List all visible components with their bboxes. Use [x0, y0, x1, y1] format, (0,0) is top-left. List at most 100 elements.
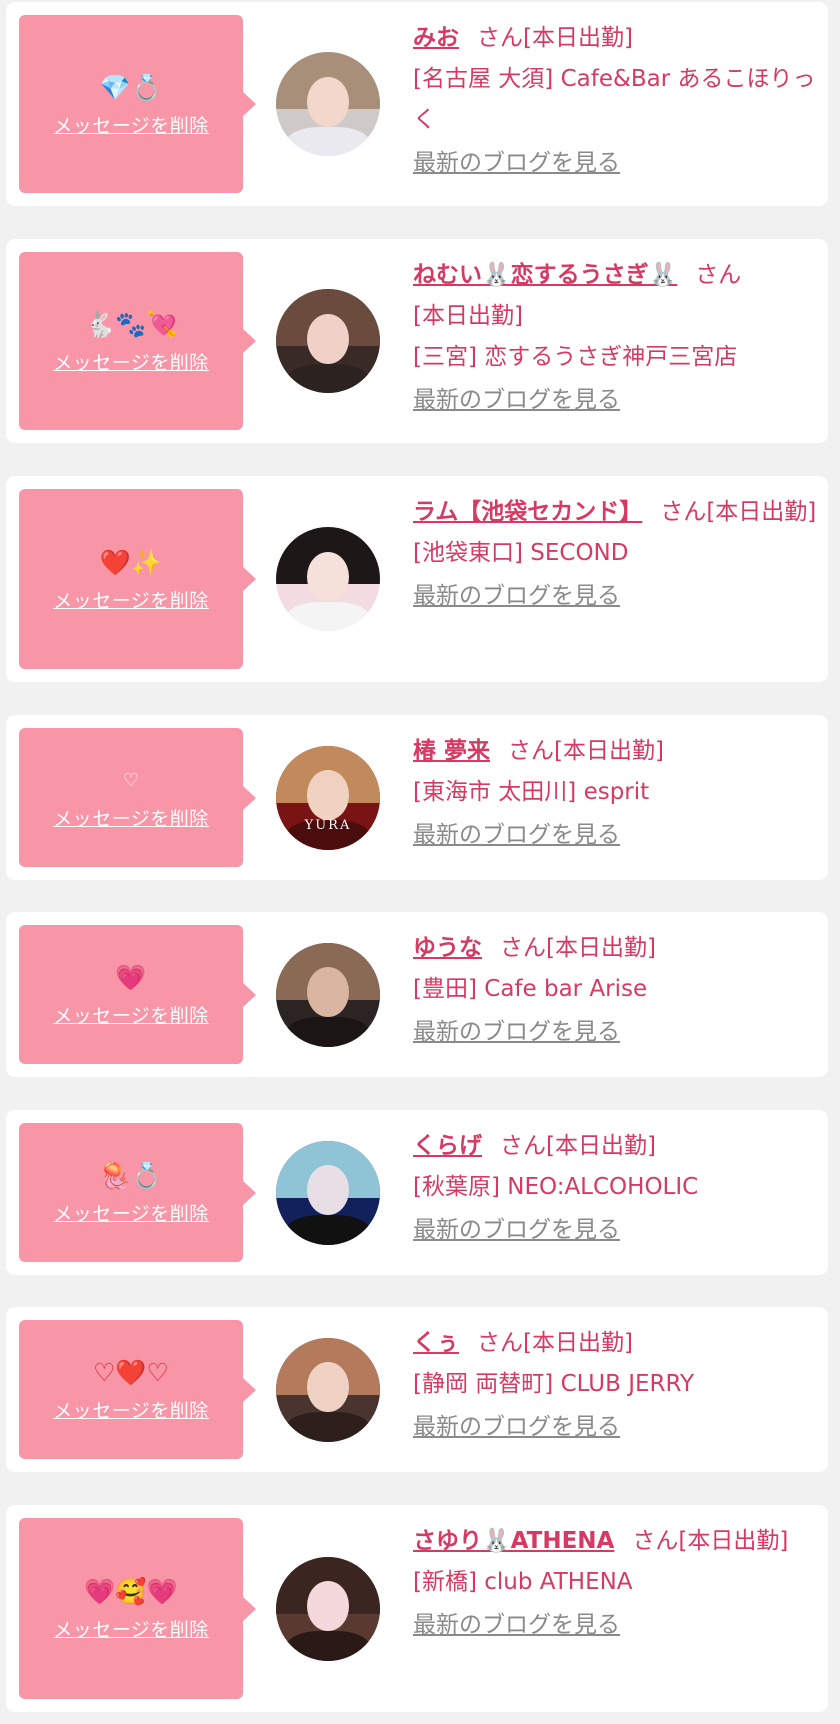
shop-text: [豊田] Cafe bar Arise — [413, 976, 648, 1002]
message-emoji: ♡❤️♡ — [93, 1358, 169, 1387]
message-bubble: ♡ メッセージを削除 — [19, 728, 256, 867]
girl-name-link[interactable]: ラム【池袋セカンド】 — [413, 499, 642, 525]
avatar[interactable] — [276, 1140, 380, 1245]
avatar[interactable] — [276, 527, 380, 631]
message-bubble: 🪼💍 メッセージを削除 — [19, 1123, 256, 1262]
blog-link[interactable]: 最新のブログを見る — [413, 380, 620, 420]
blog-link[interactable]: 最新のブログを見る — [413, 576, 620, 616]
avatar-face — [307, 1581, 349, 1632]
girl-name-link[interactable]: ねむい🐰恋するうさぎ🐰 — [413, 262, 677, 288]
message-bubble: 💗🥰💗 メッセージを削除 — [19, 1518, 256, 1699]
status-text: [本日出勤] — [546, 1133, 656, 1159]
honorific: さん — [477, 25, 523, 51]
shop-text: [静岡 両替町] CLUB JERRY — [413, 1371, 695, 1397]
status-text: [本日出勤] — [546, 935, 656, 961]
message-list: 💎💍 メッセージを削除 みお さん[本日出勤] [名古屋 大須] Cafe&Bar… — [0, 0, 840, 1724]
message-card: 🐇🐾💘 メッセージを削除 ねむい🐰恋するうさぎ🐰 さん [本日出勤] [三宮] 恋す… — [6, 239, 828, 443]
delete-message-link[interactable]: メッセージを削除 — [53, 1199, 209, 1226]
avatar-face — [307, 1362, 349, 1413]
message-card: 💎💍 メッセージを削除 みお さん[本日出勤] [名古屋 大須] Cafe&Bar… — [6, 2, 828, 206]
avatar-text: YURA — [304, 817, 352, 833]
name-line: さゆり🐰ATHENA さん[本日出勤] — [413, 1521, 818, 1562]
blog-link[interactable]: 最新のブログを見る — [413, 1605, 620, 1645]
avatar-face — [307, 1165, 349, 1216]
name-line: ゆうな さん[本日出勤] — [413, 928, 818, 969]
message-emoji: ❤️✨ — [99, 547, 163, 577]
message-bubble: 🐇🐾💘 メッセージを削除 — [19, 252, 256, 430]
avatar-body — [286, 1412, 370, 1442]
message-bubble: 💎💍 メッセージを削除 — [19, 15, 256, 193]
message-card: 💗 メッセージを削除 ゆうな さん[本日出勤] [豊田] Cafe bar Ari… — [6, 912, 828, 1077]
avatar[interactable] — [276, 1337, 380, 1442]
avatar[interactable] — [276, 289, 380, 393]
girl-info: 椿 夢来 さん[本日出勤] [東海市 太田川] esprit 最新のブログを見る — [413, 731, 818, 856]
girl-name-link[interactable]: 椿 夢来 — [413, 738, 490, 764]
honorific: さん — [508, 738, 555, 764]
message-bubble: 💗 メッセージを削除 — [19, 925, 256, 1064]
blog-link[interactable]: 最新のブログを見る — [413, 1210, 620, 1250]
blog-link[interactable]: 最新のブログを見る — [413, 143, 620, 183]
honorific: さん — [632, 1528, 679, 1554]
girl-info: さゆり🐰ATHENA さん[本日出勤] [新橋] club ATHENA 最新のブ… — [413, 1521, 818, 1646]
message-bubble: ❤️✨ メッセージを削除 — [19, 489, 256, 669]
name-line: 椿 夢来 さん[本日出勤] — [413, 731, 818, 772]
delete-message-link[interactable]: メッセージを削除 — [53, 348, 209, 375]
status-text: [本日出勤] — [678, 1528, 789, 1554]
avatar[interactable] — [276, 1556, 380, 1661]
name-line: ねむい🐰恋するうさぎ🐰 さん [本日出勤] — [413, 255, 818, 337]
girl-info: くぅ さん[本日出勤] [静岡 両替町] CLUB JERRY 最新のブログを見る — [413, 1323, 818, 1448]
avatar-face — [307, 967, 349, 1018]
girl-info: みお さん[本日出勤] [名古屋 大須] Cafe&Bar あるこほりっく 最新の… — [413, 18, 818, 184]
message-emoji: 🪼💍 — [99, 1161, 163, 1190]
avatar-body — [286, 1215, 370, 1245]
girl-name-link[interactable]: くらげ — [413, 1133, 482, 1159]
honorific: さん — [695, 262, 742, 288]
message-card: ♡❤️♡ メッセージを削除 くぅ さん[本日出勤] [静岡 両替町] CLUB J… — [6, 1307, 828, 1472]
girl-name-link[interactable]: くぅ — [413, 1330, 459, 1356]
message-card: ❤️✨ メッセージを削除 ラム【池袋セカンド】 さん[本日出勤] [池袋東口] S… — [6, 476, 828, 682]
message-emoji: 💗🥰💗 — [84, 1577, 178, 1606]
avatar-body — [286, 1631, 370, 1661]
girl-info: くらげ さん[本日出勤] [秋葉原] NEO:ALCOHOLIC 最新のブログを見… — [413, 1126, 818, 1251]
name-line: みお さん[本日出勤] — [413, 18, 818, 59]
honorific: さん — [500, 935, 546, 961]
message-emoji: 💗 — [115, 963, 147, 992]
avatar-body — [286, 126, 370, 156]
girl-info: ねむい🐰恋するうさぎ🐰 さん [本日出勤] [三宮] 恋するうさぎ神戸三宮店 最新の… — [413, 255, 818, 421]
girl-name-link[interactable]: みお — [413, 25, 459, 51]
status-text: [本日出勤] — [554, 738, 664, 764]
status-text: [本日出勤] — [523, 25, 633, 51]
honorific: さん — [660, 499, 707, 525]
honorific: さん — [500, 1133, 546, 1159]
girl-info: ラム【池袋セカンド】 さん[本日出勤] [池袋東口] SECOND 最新のブログを… — [413, 492, 818, 617]
message-card: 🪼💍 メッセージを削除 くらげ さん[本日出勤] [秋葉原] NEO:ALCOHO… — [6, 1110, 828, 1275]
delete-message-link[interactable]: メッセージを削除 — [53, 1615, 209, 1642]
status-text: [本日出勤] — [706, 499, 817, 525]
message-emoji: ♡ — [122, 770, 140, 791]
message-emoji: 🐇🐾💘 — [84, 309, 178, 339]
delete-message-link[interactable]: メッセージを削除 — [53, 586, 209, 613]
avatar-face — [307, 770, 349, 821]
blog-link[interactable]: 最新のブログを見る — [413, 1012, 620, 1052]
delete-message-link[interactable]: メッセージを削除 — [53, 1396, 209, 1423]
avatar[interactable] — [276, 942, 380, 1047]
avatar[interactable] — [276, 52, 380, 156]
message-card: ♡ メッセージを削除 YURA 椿 夢来 さん[本日出勤] [東海市 太田川] e… — [6, 715, 828, 880]
avatar-body — [286, 1017, 370, 1047]
status-text: [本日出勤] — [413, 303, 523, 329]
delete-message-link[interactable]: メッセージを削除 — [53, 111, 209, 138]
avatar-body — [286, 363, 370, 393]
girl-name-link[interactable]: ゆうな — [413, 935, 482, 961]
blog-link[interactable]: 最新のブログを見る — [413, 1407, 620, 1447]
shop-text: [秋葉原] NEO:ALCOHOLIC — [413, 1174, 699, 1200]
shop-text: [新橋] club ATHENA — [413, 1569, 633, 1595]
name-line: ラム【池袋セカンド】 さん[本日出勤] — [413, 492, 818, 533]
girl-name-link[interactable]: さゆり🐰ATHENA — [413, 1528, 614, 1554]
avatar[interactable]: YURA — [276, 745, 380, 850]
status-text: [本日出勤] — [523, 1330, 633, 1356]
blog-link[interactable]: 最新のブログを見る — [413, 815, 620, 855]
delete-message-link[interactable]: メッセージを削除 — [53, 1001, 209, 1028]
shop-text: [三宮] 恋するうさぎ神戸三宮店 — [413, 344, 738, 370]
avatar-face — [307, 551, 349, 602]
delete-message-link[interactable]: メッセージを削除 — [53, 804, 209, 831]
